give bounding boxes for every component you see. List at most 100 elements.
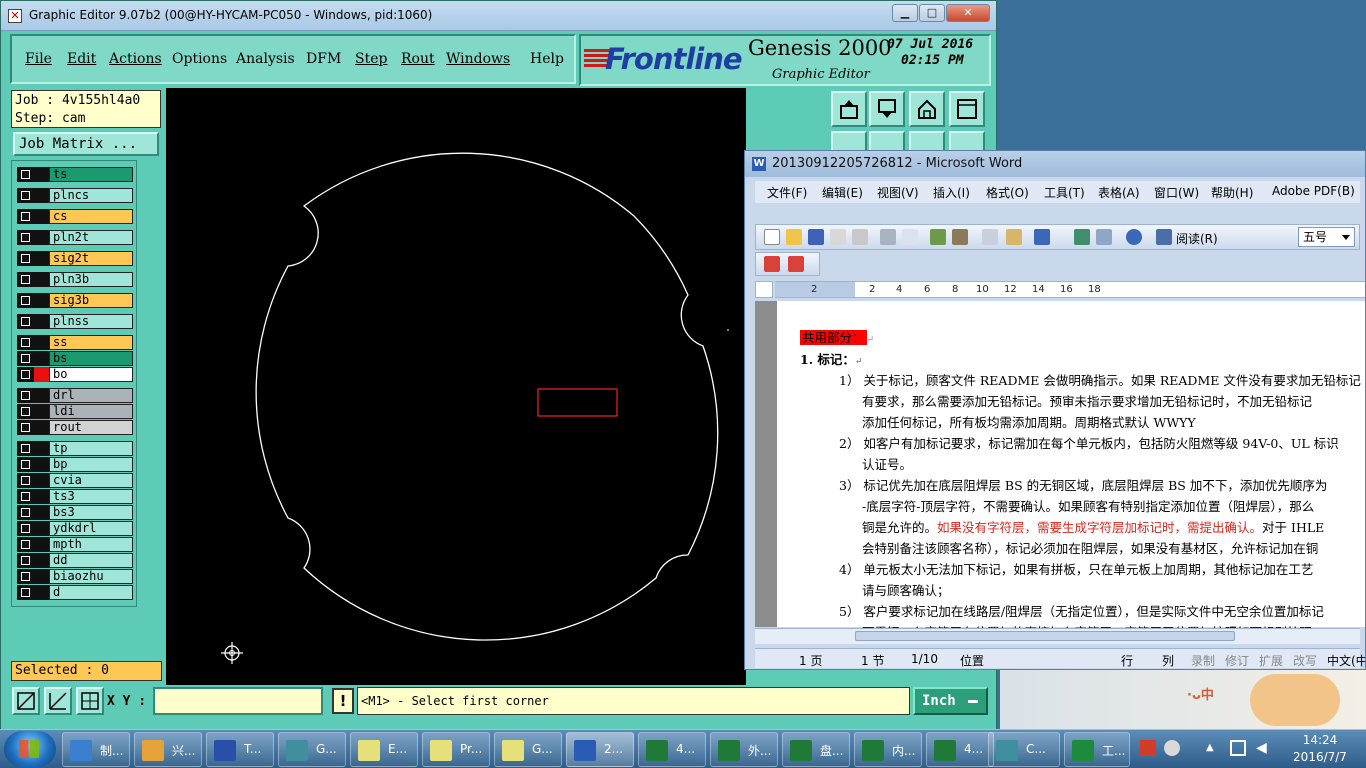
layer-name[interactable]: plncs	[49, 188, 133, 203]
layer-color-swatch[interactable]	[34, 553, 49, 568]
layer-checkbox[interactable]	[17, 404, 34, 419]
layer-name[interactable]: ydkdrl	[49, 521, 133, 536]
layer-name[interactable]: rout	[49, 420, 133, 435]
tray-app-icon[interactable]	[1140, 740, 1156, 756]
new-doc-icon[interactable]	[764, 229, 780, 245]
taskbar-button[interactable]: G...	[494, 732, 562, 767]
layer-checkbox[interactable]	[17, 505, 34, 520]
layer-checkbox[interactable]	[17, 457, 34, 472]
layer-checkbox[interactable]	[17, 569, 34, 584]
window-icon[interactable]	[949, 91, 985, 127]
layer-checkbox[interactable]	[17, 351, 34, 366]
layer-color-swatch[interactable]	[34, 367, 49, 382]
layer-row-ldi[interactable]: ldi	[17, 404, 133, 419]
status-record[interactable]: 录制	[1191, 652, 1215, 669]
menu-edit[interactable]: Edit	[67, 51, 96, 67]
taskbar-button[interactable]: 4...	[638, 732, 706, 767]
exclaim-button[interactable]: !	[332, 688, 354, 714]
layer-name[interactable]: plnss	[49, 314, 133, 329]
layer-row-rout[interactable]: rout	[17, 420, 133, 435]
layer-checkbox[interactable]	[17, 335, 34, 350]
layer-checkbox[interactable]	[17, 585, 34, 600]
word-menu-table[interactable]: 表格(A)	[1098, 184, 1140, 201]
layer-row-ydkdrl[interactable]: ydkdrl	[17, 521, 133, 536]
xy-input[interactable]	[153, 687, 323, 715]
print-preview-icon[interactable]	[902, 229, 918, 245]
word-menu-help[interactable]: 帮助(H)	[1211, 184, 1253, 201]
word-menu-format[interactable]: 格式(O)	[986, 184, 1029, 201]
paste-icon[interactable]	[1006, 229, 1022, 245]
word-menu-tools[interactable]: 工具(T)	[1044, 184, 1085, 201]
layer-color-swatch[interactable]	[34, 569, 49, 584]
layer-row-sig2t[interactable]: sig2t	[17, 251, 133, 266]
taskbar-button[interactable]: E...	[350, 732, 418, 767]
layer-checkbox[interactable]	[17, 314, 34, 329]
layer-row-plncs[interactable]: plncs	[17, 188, 133, 203]
tray-expand-icon[interactable]: ▲	[1206, 742, 1214, 753]
layer-row-drl[interactable]: drl	[17, 388, 133, 403]
taskbar-button[interactable]: 2...	[566, 732, 634, 767]
layer-name[interactable]: pln3b	[49, 272, 133, 287]
hyperlink-icon[interactable]	[1074, 229, 1090, 245]
menu-step[interactable]: Step	[355, 51, 387, 67]
layer-row-mpth[interactable]: mpth	[17, 537, 133, 552]
layer-checkbox[interactable]	[17, 420, 34, 435]
word-menu-window[interactable]: 窗口(W)	[1154, 184, 1199, 201]
layer-checkbox[interactable]	[17, 388, 34, 403]
zoom-box-icon[interactable]	[12, 687, 40, 715]
export-icon[interactable]	[869, 91, 905, 127]
menu-analysis[interactable]: Analysis	[236, 51, 295, 67]
layer-row-d[interactable]: d	[17, 585, 133, 600]
layer-color-swatch[interactable]	[34, 489, 49, 504]
layer-checkbox[interactable]	[17, 489, 34, 504]
layer-color-swatch[interactable]	[34, 167, 49, 182]
word-titlebar[interactable]: W 20130912205726812 - Microsoft Word	[745, 151, 1365, 177]
layer-row-dd[interactable]: dd	[17, 553, 133, 568]
layer-checkbox[interactable]	[17, 537, 34, 552]
taskbar-button[interactable]: T...	[206, 732, 274, 767]
status-track[interactable]: 修订	[1225, 652, 1249, 669]
layer-row-bp[interactable]: bp	[17, 457, 133, 472]
status-overtype[interactable]: 改写	[1293, 652, 1317, 669]
genesis-titlebar[interactable]: ✕ Graphic Editor 9.07b2 (00@HY-HYCAM-PC0…	[1, 1, 996, 31]
layer-color-swatch[interactable]	[34, 457, 49, 472]
menu-options[interactable]: Options	[172, 51, 227, 67]
menu-windows[interactable]: Windows	[446, 51, 510, 67]
layer-color-swatch[interactable]	[34, 272, 49, 287]
research-icon[interactable]	[952, 229, 968, 245]
tab-stop-selector[interactable]	[755, 281, 773, 298]
layer-name[interactable]: biaozhu	[49, 569, 133, 584]
layer-color-swatch[interactable]	[34, 388, 49, 403]
layer-name[interactable]: bp	[49, 457, 133, 472]
system-clock[interactable]: 14:24 2016/7/7	[1277, 732, 1363, 766]
import-icon[interactable]	[831, 91, 867, 127]
layer-row-biaozhu[interactable]: biaozhu	[17, 569, 133, 584]
layer-checkbox[interactable]	[17, 209, 34, 224]
word-menu-file[interactable]: 文件(F)	[767, 184, 807, 201]
layer-color-swatch[interactable]	[34, 314, 49, 329]
layer-row-cvia[interactable]: cvia	[17, 473, 133, 488]
undo-icon[interactable]	[1034, 229, 1050, 245]
word-menu-edit[interactable]: 编辑(E)	[822, 184, 863, 201]
layer-name[interactable]: sig2t	[49, 251, 133, 266]
layer-color-swatch[interactable]	[34, 293, 49, 308]
maximize-button[interactable]: □	[919, 4, 945, 22]
taskbar-button[interactable]: 4...	[926, 732, 994, 767]
pdf-email-icon[interactable]	[788, 256, 804, 272]
layer-name[interactable]: bs3	[49, 505, 133, 520]
read-mode-icon[interactable]	[1156, 229, 1172, 245]
measure-icon[interactable]	[44, 687, 72, 715]
layer-name[interactable]: pln2t	[49, 230, 133, 245]
network-icon[interactable]	[1230, 740, 1246, 756]
document-area[interactable]: 共用部分： ↵ 1. 标记：↵ 1） 关于标记，顾客文件 README 会做明确指…	[755, 301, 1365, 640]
taskbar-button[interactable]: 制...	[62, 732, 130, 767]
menu-dfm[interactable]: DFM	[306, 51, 341, 67]
horizontal-scrollbar[interactable]	[755, 628, 1360, 644]
layer-row-ts[interactable]: ts	[17, 167, 133, 182]
layer-color-swatch[interactable]	[34, 420, 49, 435]
layer-color-swatch[interactable]	[34, 505, 49, 520]
layer-name[interactable]: mpth	[49, 537, 133, 552]
layer-row-pln3b[interactable]: pln3b	[17, 272, 133, 287]
tray-clock-icon[interactable]	[1164, 740, 1180, 756]
layer-color-swatch[interactable]	[34, 473, 49, 488]
